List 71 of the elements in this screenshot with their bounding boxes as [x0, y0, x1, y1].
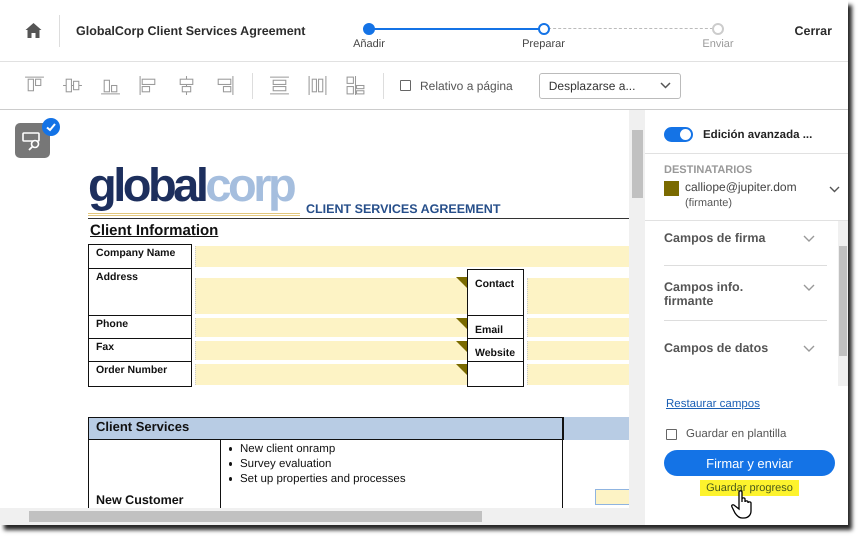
grid-layout-icon[interactable] — [345, 75, 366, 96]
accordion-header[interactable]: Campos de datos — [664, 321, 827, 375]
vertical-scrollbar[interactable] — [629, 110, 645, 508]
field-label: Order Number — [88, 362, 192, 387]
step-label[interactable]: Preparar — [522, 38, 565, 50]
checkbox[interactable] — [666, 428, 677, 440]
input-field[interactable] — [527, 278, 629, 314]
input-field[interactable] — [195, 246, 629, 267]
section-label: DESTINATARIOS — [664, 164, 754, 176]
list-item: Set up properties and processes — [240, 473, 406, 485]
input-field[interactable] — [195, 278, 467, 314]
field-label: Fax — [88, 339, 192, 362]
input-field[interactable] — [195, 318, 467, 337]
field-label: Company Name — [88, 244, 192, 269]
toggle-label: Edición avanzada ... — [703, 128, 812, 140]
table-header-cell — [563, 417, 629, 440]
field-label: Website — [467, 339, 524, 362]
field-label: Address — [88, 269, 192, 316]
sign-and-send-button[interactable]: Firmar y enviar — [664, 450, 835, 476]
checkbox-label[interactable]: Guardar en plantilla — [686, 428, 786, 440]
field-label: Phone — [88, 316, 192, 339]
field-marker-icon — [456, 277, 467, 288]
horizontal-scrollbar[interactable] — [0, 508, 645, 525]
chevron-icon — [803, 284, 815, 292]
home-icon[interactable] — [25, 23, 42, 38]
list-item: New client onramp — [240, 443, 336, 455]
chevron-down-icon — [660, 82, 671, 89]
table-cell — [467, 362, 524, 387]
step-dot[interactable] — [712, 23, 724, 35]
chevron-icon — [803, 345, 815, 353]
accordion-header[interactable]: Campos info. firmante — [664, 266, 827, 321]
table-cell: New Customer — [96, 493, 184, 507]
field-label: Contact — [467, 269, 524, 316]
input-field[interactable] — [195, 364, 467, 385]
step-dot[interactable] — [363, 23, 375, 35]
checkbox-label[interactable]: Relativo a página — [420, 78, 513, 92]
table-heading: Client Services — [88, 417, 563, 440]
input-field[interactable] — [195, 341, 467, 360]
bullet-icon — [229, 477, 232, 481]
restore-fields-link[interactable]: Restaurar campos — [666, 398, 760, 410]
recipient-email[interactable]: calliope@jupiter.dom — [685, 180, 797, 194]
close-button[interactable]: Cerrar — [790, 20, 836, 42]
input-field[interactable] — [527, 318, 629, 337]
checkmark-icon — [42, 118, 60, 136]
panel-scrollbar[interactable] — [838, 221, 848, 386]
bullet-icon — [229, 447, 232, 451]
distribute-horizontal-icon[interactable] — [307, 75, 328, 96]
save-progress-button[interactable]: Guardar progreso — [700, 480, 799, 496]
recipient-role: (firmante) — [685, 197, 734, 209]
scroll-to-dropdown[interactable]: Desplazarse a... — [538, 72, 681, 98]
chevron-down-icon[interactable] — [829, 186, 840, 193]
checkbox[interactable] — [400, 80, 411, 91]
field-marker-icon — [456, 341, 467, 352]
step-label[interactable]: Añadir — [353, 38, 385, 50]
document-title: GlobalCorp Client Services Agreement — [76, 24, 306, 38]
field-detection-button[interactable] — [15, 123, 50, 158]
field-label: Email — [467, 316, 524, 339]
toggle-switch[interactable] — [664, 127, 693, 142]
step-dot[interactable] — [538, 23, 550, 35]
bullet-icon — [229, 462, 232, 466]
section-heading: Client Information — [90, 222, 220, 239]
accordion-header[interactable]: Campos de firma — [664, 221, 827, 266]
input-field[interactable] — [527, 341, 629, 360]
document-heading: CLIENT SERVICES AGREEMENT — [306, 202, 500, 216]
input-field[interactable] — [527, 364, 629, 385]
chevron-icon — [803, 235, 815, 243]
field-marker-icon — [456, 318, 467, 329]
field-marker-icon — [456, 364, 467, 375]
input-field[interactable] — [595, 489, 629, 505]
list-item: Survey evaluation — [240, 458, 332, 470]
distribute-vertical-icon[interactable] — [269, 75, 290, 96]
